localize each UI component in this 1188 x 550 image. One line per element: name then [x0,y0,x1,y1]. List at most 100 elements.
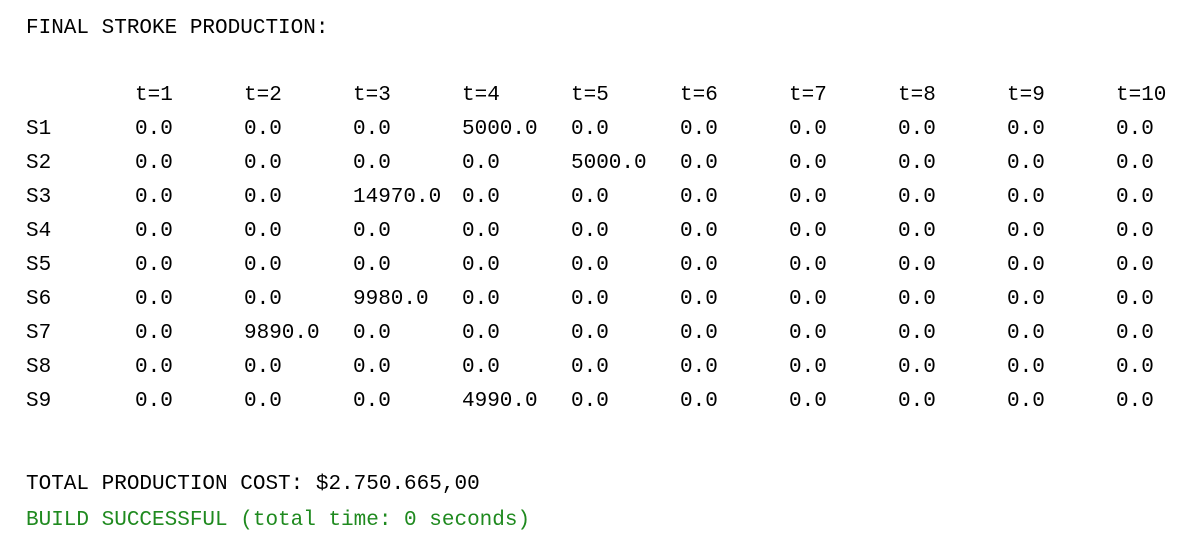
table-cell: 0.0 [244,220,282,243]
table-cell: 0.0 [898,220,936,243]
table-cell: 0.0 [135,254,173,277]
table-cell: 0.0 [1116,390,1154,413]
table-cell: 0.0 [353,390,391,413]
table-cell: 0.0 [680,356,718,379]
table-cell: 0.0 [1116,118,1154,141]
table-cell: 0.0 [1116,322,1154,345]
build-status: BUILD SUCCESSFUL (total time: 0 seconds) [26,509,531,532]
table-cell: 0.0 [244,356,282,379]
table-row: S5 0.0 0.0 0.0 0.0 0.0 0.0 0.0 0.0 0.0 0.0 [0,254,1188,288]
table-cell: 0.0 [135,220,173,243]
table-cell: 0.0 [680,220,718,243]
row-label: S1 [26,118,52,141]
table-cell: 0.0 [898,152,936,175]
table-cell: 0.0 [789,186,827,209]
row-label: S4 [26,220,52,243]
table-cell: 0.0 [898,390,936,413]
table-cell: 0.0 [680,152,718,175]
table-cell: 0.0 [571,390,609,413]
table-row: S1 0.0 0.0 0.0 5000.0 0.0 0.0 0.0 0.0 0.0 0.0 [0,118,1188,152]
table-cell: 0.0 [1007,322,1045,345]
table-cell: 9890.0 [244,322,320,345]
table-header-cell: t=6 [680,84,718,107]
table-cell: 0.0 [1116,356,1154,379]
table-cell: 0.0 [1007,220,1045,243]
table-cell: 0.0 [1007,356,1045,379]
table-cell: 0.0 [898,118,936,141]
table-cell: 0.0 [680,254,718,277]
table-cell: 0.0 [244,118,282,141]
table-cell: 0.0 [680,322,718,345]
table-cell: 0.0 [571,186,609,209]
table-cell: 0.0 [353,152,391,175]
total-production-cost: TOTAL PRODUCTION COST: $2.750.665,00 [26,473,480,496]
row-label: S7 [26,322,52,345]
table-header-cell: t=8 [898,84,936,107]
table-cell: 0.0 [135,322,173,345]
table-cell: 14970.0 [353,186,442,209]
table-cell: 0.0 [353,220,391,243]
table-header-cell: t=3 [353,84,391,107]
table-cell: 0.0 [898,356,936,379]
table-cell: 0.0 [353,254,391,277]
table-cell: 0.0 [680,118,718,141]
table-cell: 0.0 [462,356,500,379]
table-cell: 4990.0 [462,390,538,413]
table-cell: 0.0 [353,356,391,379]
table-header-row: t=1 t=2 t=3 t=4 t=5 t=6 t=7 t=8 t=9 t=10 [0,84,1188,118]
table-cell: 0.0 [680,186,718,209]
table-row: S7 0.0 9890.0 0.0 0.0 0.0 0.0 0.0 0.0 0.0 0.0 [0,322,1188,356]
table-cell: 0.0 [462,322,500,345]
table-cell: 0.0 [462,152,500,175]
table-cell: 0.0 [244,390,282,413]
table-header-cell: t=1 [135,84,173,107]
row-label: S2 [26,152,52,175]
table-cell: 0.0 [135,118,173,141]
table-cell: 9980.0 [353,288,429,311]
table-cell: 0.0 [571,220,609,243]
table-cell: 0.0 [462,220,500,243]
table-cell: 0.0 [135,356,173,379]
output-console: FINAL STROKE PRODUCTION: t=1 t=2 t=3 t=4 t=5… [0,0,1188,550]
table-cell: 0.0 [1007,118,1045,141]
table-row: S3 0.0 0.0 14970.0 0.0 0.0 0.0 0.0 0.0 0.0 0.0 [0,186,1188,220]
table-row: S9 0.0 0.0 0.0 4990.0 0.0 0.0 0.0 0.0 0.0 0.0 [0,390,1188,424]
table-cell: 0.0 [1007,288,1045,311]
table-cell: 0.0 [789,118,827,141]
row-label: S5 [26,254,52,277]
row-label: S6 [26,288,52,311]
table-header-cell: t=5 [571,84,609,107]
row-label: S8 [26,356,52,379]
table-cell: 0.0 [244,186,282,209]
table-cell: 0.0 [571,356,609,379]
table-cell: 0.0 [135,152,173,175]
table-cell: 0.0 [1116,220,1154,243]
row-label: S3 [26,186,52,209]
table-cell: 0.0 [898,322,936,345]
table-row: S4 0.0 0.0 0.0 0.0 0.0 0.0 0.0 0.0 0.0 0.0 [0,220,1188,254]
table-cell: 0.0 [1007,152,1045,175]
table-cell: 0.0 [462,288,500,311]
table-cell: 0.0 [244,288,282,311]
table-cell: 0.0 [135,186,173,209]
table-header-cell: t=7 [789,84,827,107]
table-cell: 0.0 [244,254,282,277]
table-cell: 0.0 [1116,186,1154,209]
table-cell: 0.0 [789,254,827,277]
table-cell: 5000.0 [571,152,647,175]
table-cell: 5000.0 [462,118,538,141]
table-header-cell: t=2 [244,84,282,107]
table-header-cell: t=10 [1116,84,1167,107]
table-cell: 0.0 [353,118,391,141]
table-cell: 0.0 [353,322,391,345]
table-cell: 0.0 [462,254,500,277]
table-cell: 0.0 [1116,288,1154,311]
table-cell: 0.0 [789,322,827,345]
table-cell: 0.0 [244,152,282,175]
table-cell: 0.0 [1116,152,1154,175]
table-cell: 0.0 [789,288,827,311]
table-cell: 0.0 [1007,186,1045,209]
table-cell: 0.0 [680,288,718,311]
table-cell: 0.0 [1116,254,1154,277]
table-cell: 0.0 [898,186,936,209]
